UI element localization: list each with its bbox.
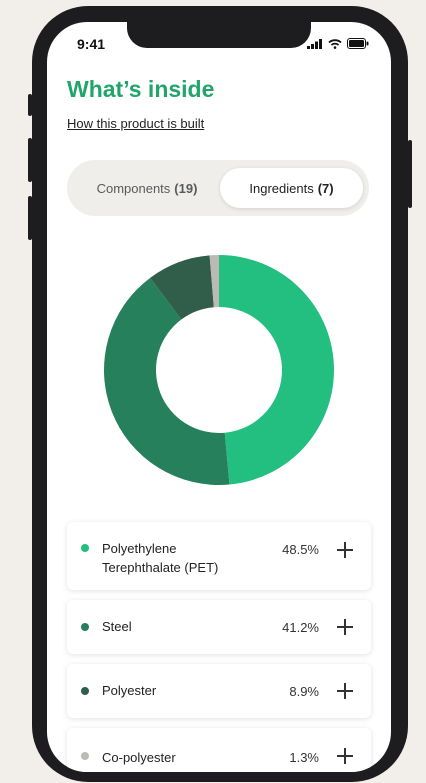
ingredient-name: Steel [102,619,132,634]
steel-slice[interactable] [104,277,230,485]
ingredients-donut-chart [104,255,334,485]
ingredient-row-polyester[interactable]: Polyester 8.9% [67,664,371,718]
cellular-signal-icon [307,38,322,49]
tab-ingredients[interactable]: Ingredients (7) [220,168,363,208]
ingredient-name: Polyester [102,683,157,698]
co-polyester-color-dot [81,752,89,760]
status-icons [307,38,369,49]
tab-ingredients-label: Ingredients [249,180,314,196]
ingredient-percent: 41.2% [282,620,319,635]
app-screen: 9:41 What’s inside How this product is b… [47,22,391,772]
wifi-icon [328,38,342,49]
battery-icon [347,38,369,49]
pet-color-dot [81,544,89,552]
ingredient-row-pet[interactable]: Polyethylene Terephthalate (PET) 48.5% [67,522,371,590]
how-built-link[interactable]: How this product is built [67,116,204,131]
volume-up-button [28,138,32,182]
ingredient-name-line: Polyethylene [102,541,177,556]
ingredient-percent: 8.9% [289,684,319,699]
notch [127,22,311,48]
mute-switch [28,94,32,116]
expand-plus-icon[interactable] [337,683,353,699]
polyester-color-dot [81,687,89,695]
segmented-control: Components (19) Ingredients (7) [67,160,369,216]
tab-components[interactable]: Components (19) [75,168,219,208]
tab-components-count: (19) [174,180,198,196]
ingredient-row-steel[interactable]: Steel 41.2% [67,600,371,654]
ingredient-name: Co-polyester [102,750,176,765]
page-title: What’s inside [67,76,215,102]
volume-down-button [28,196,32,240]
tab-ingredients-count: (7) [317,180,334,196]
expand-plus-icon[interactable] [337,619,353,635]
ingredient-percent: 1.3% [289,750,319,765]
ingredient-name-line: Terephthalate (PET) [102,560,219,575]
status-time: 9:41 [77,36,106,52]
expand-plus-icon[interactable] [337,542,353,558]
tab-components-label: Components [96,180,171,196]
pet-slice[interactable] [219,255,334,485]
ingredient-percent: 48.5% [282,542,319,557]
ingredient-row-co-polyester[interactable]: Co-polyester 1.3% [67,728,371,772]
power-button [408,140,412,208]
expand-plus-icon[interactable] [337,748,353,764]
ingredient-name: Polyethylene Terephthalate (PET) [102,539,218,577]
steel-color-dot [81,623,89,631]
